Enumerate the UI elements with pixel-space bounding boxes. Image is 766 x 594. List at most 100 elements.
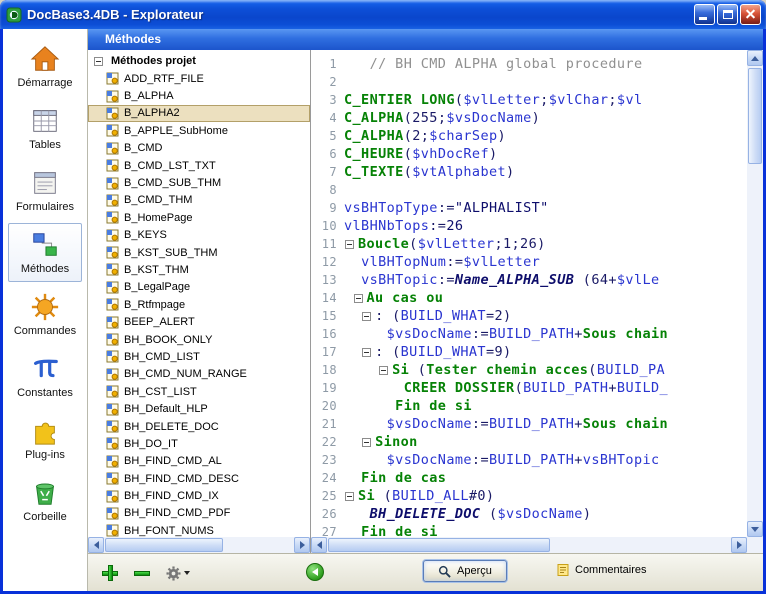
titlebar[interactable]: DocBase3.4DB - Explorateur (0, 0, 766, 29)
code-line: 19 CREER DOSSIER(BUILD_PATH+BUILD_ (311, 379, 747, 397)
line-number: 17 (311, 343, 344, 361)
scroll-track[interactable] (327, 537, 731, 553)
comments-button[interactable]: Commentaires (556, 563, 647, 577)
sidebar-item-tables[interactable]: Tables (8, 99, 82, 158)
fold-marker[interactable] (379, 366, 388, 375)
tree-item-BH_FONT_NUMS[interactable]: BH_FONT_NUMS (88, 522, 310, 537)
back-button[interactable] (306, 563, 324, 581)
scroll-left-button[interactable] (311, 537, 327, 553)
code-segment: BUILD_PATH (489, 326, 574, 342)
scroll-thumb[interactable] (105, 538, 223, 552)
fold-marker[interactable] (362, 312, 371, 321)
tree-item-B_LegalPage[interactable]: B_LegalPage (88, 279, 310, 296)
tree-item-BH_DELETE_DOC[interactable]: BH_DELETE_DOC (88, 418, 310, 435)
code-segment: BUILD_PATH (523, 380, 608, 396)
code-line: 15 : (BUILD_WHAT=2) (311, 307, 747, 325)
add-method-button[interactable] (98, 562, 122, 584)
scroll-down-button[interactable] (747, 521, 763, 537)
tree-item-label: BH_FONT_NUMS (124, 525, 214, 537)
sidebar-item-constantes[interactable]: Constantes (8, 347, 82, 406)
collapse-icon[interactable] (94, 57, 103, 66)
method-icon (106, 194, 119, 207)
tree-item-BH_Default_HLP[interactable]: BH_Default_HLP (88, 400, 310, 417)
code-segment: ) (532, 110, 541, 126)
code-text: // BH CMD ALPHA global procedure (344, 55, 642, 73)
sidebar-item-corbeille[interactable]: Corbeille (8, 471, 82, 530)
tree-item-B_KST_SUB_THM[interactable]: B_KST_SUB_THM (88, 244, 310, 261)
options-menu-button[interactable] (162, 562, 194, 584)
code-segment: vsBHTopic (361, 272, 438, 288)
scroll-right-button[interactable] (731, 537, 747, 553)
preview-button[interactable]: Aperçu (423, 560, 507, 582)
tree-item-BH_FIND_CMD_DESC[interactable]: BH_FIND_CMD_DESC (88, 470, 310, 487)
scroll-right-button[interactable] (294, 537, 310, 553)
tree-item-BH_FIND_CMD_AL[interactable]: BH_FIND_CMD_AL (88, 453, 310, 470)
sidebar-item-commandes[interactable]: Commandes (8, 285, 82, 344)
close-button[interactable] (740, 4, 761, 25)
tree-item-label: B_APPLE_SubHome (124, 125, 228, 137)
scroll-track[interactable] (104, 537, 294, 553)
code-line: 17 : (BUILD_WHAT=9) (311, 343, 747, 361)
tree-item-BH_CST_LIST[interactable]: BH_CST_LIST (88, 383, 310, 400)
fold-marker[interactable] (345, 240, 354, 249)
tree-item-B_HomePage[interactable]: B_HomePage (88, 209, 310, 226)
tree-item-BH_DO_IT[interactable]: BH_DO_IT (88, 435, 310, 452)
tree-item-BEEP_ALERT[interactable]: BEEP_ALERT (88, 313, 310, 330)
tree-item-B_Rtfmpage[interactable]: B_Rtfmpage (88, 296, 310, 313)
tree-item-BH_CMD_NUM_RANGE[interactable]: BH_CMD_NUM_RANGE (88, 366, 310, 383)
fold-marker[interactable] (362, 348, 371, 357)
tree-item-BH_CMD_LIST[interactable]: BH_CMD_LIST (88, 348, 310, 365)
code-segment: ; (608, 92, 617, 108)
scroll-up-button[interactable] (747, 50, 763, 66)
tree-item-BH_FIND_CMD_PDF[interactable]: BH_FIND_CMD_PDF (88, 505, 310, 522)
tree-item-BH_BOOK_ONLY[interactable]: BH_BOOK_ONLY (88, 331, 310, 348)
tree-item-label: BH_DO_IT (124, 438, 178, 450)
minimize-button[interactable] (694, 4, 715, 25)
code-segment (344, 272, 361, 288)
sidebar-item-plugins[interactable]: Plug-ins (8, 409, 82, 468)
sidebar: Démarrage TablesFormulairesMéthodesComman… (3, 29, 88, 591)
code-segment: C_ALPHA (344, 128, 404, 144)
comments-label: Commentaires (575, 564, 647, 576)
sidebar-item-formulaires[interactable]: Formulaires (8, 161, 82, 220)
fold-marker[interactable] (362, 438, 371, 447)
delete-method-button[interactable] (130, 562, 154, 584)
line-number: 14 (311, 289, 344, 307)
method-icon (106, 142, 119, 155)
tree-item-B_ALPHA[interactable]: B_ALPHA (88, 87, 310, 104)
tree-item-B_KEYS[interactable]: B_KEYS (88, 227, 310, 244)
tree-item-BH_FIND_CMD_IX[interactable]: BH_FIND_CMD_IX (88, 487, 310, 504)
scroll-track[interactable] (747, 66, 763, 521)
fold-marker[interactable] (345, 492, 354, 501)
tree-root[interactable]: Méthodes projet (88, 52, 310, 70)
scroll-thumb[interactable] (748, 68, 762, 164)
code-segment: $charSep (429, 128, 497, 144)
code-editor-area: 1 // BH CMD ALPHA global procedure23C_EN… (311, 50, 763, 553)
line-number: 5 (311, 127, 344, 145)
tree-item-B_CMD_SUB_THM[interactable]: B_CMD_SUB_THM (88, 174, 310, 191)
tree-item-label: BH_FIND_CMD_DESC (124, 473, 239, 485)
code-line: 7C_TEXTE($vtAlphabet) (311, 163, 747, 181)
editor-horizontal-scrollbar (311, 537, 747, 553)
trash-icon (30, 478, 60, 508)
tree-item-B_CMD_THM[interactable]: B_CMD_THM (88, 192, 310, 209)
forms-icon (30, 168, 60, 198)
sidebar-item-methodes[interactable]: Méthodes (8, 223, 82, 282)
tree-item-B_CMD_LST_TXT[interactable]: B_CMD_LST_TXT (88, 157, 310, 174)
tree-item-B_APPLE_SubHome[interactable]: B_APPLE_SubHome (88, 122, 310, 139)
tree-item-B_CMD[interactable]: B_CMD (88, 140, 310, 157)
commands-icon (30, 292, 60, 322)
maximize-button[interactable] (717, 4, 738, 25)
sidebar-item-label: Démarrage (17, 77, 72, 89)
tree-item-B_KST_THM[interactable]: B_KST_THM (88, 261, 310, 278)
window-title: DocBase3.4DB - Explorateur (27, 7, 694, 22)
scroll-left-button[interactable] (88, 537, 104, 553)
tree-item-ADD_RTF_FILE[interactable]: ADD_RTF_FILE (88, 70, 310, 87)
code-editor[interactable]: 1 // BH CMD ALPHA global procedure23C_EN… (311, 50, 747, 537)
sidebar-item-demarrage[interactable]: Démarrage (8, 37, 82, 96)
code-segment: : ( (375, 308, 401, 324)
scroll-thumb[interactable] (328, 538, 550, 552)
tree-item-B_ALPHA2[interactable]: B_ALPHA2 (88, 105, 310, 122)
code-segment: ( (409, 362, 426, 378)
fold-marker[interactable] (354, 294, 363, 303)
